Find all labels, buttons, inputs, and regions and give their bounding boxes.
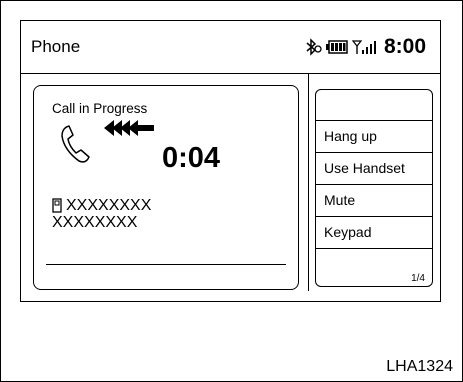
hang-up-button[interactable]: Hang up [316, 121, 432, 153]
call-info-panel: Call in Progress 0:04 XXXXXXXX XXXXXXXX [33, 85, 299, 290]
call-menu: Hang up Use Handset Mute Keypad 1/4 [315, 89, 433, 287]
signal-icon [351, 40, 376, 54]
use-handset-button[interactable]: Use Handset [316, 153, 432, 185]
handset-icon [61, 125, 90, 163]
bluetooth-icon [306, 38, 322, 56]
mute-button[interactable]: Mute [316, 185, 432, 217]
status-area: 8:00 [304, 35, 426, 59]
battery-icon [325, 40, 348, 54]
outgoing-call-arrows-icon [104, 120, 154, 136]
call-status-label: Call in Progress [52, 101, 148, 116]
mobile-phone-icon [52, 198, 62, 213]
header-bar: Phone 8:00 [21, 21, 440, 74]
vertical-divider [308, 73, 309, 291]
caller-info: XXXXXXXX XXXXXXXX [52, 197, 151, 231]
figure-id: LHA1324 [386, 358, 453, 375]
page-title: Phone [31, 37, 81, 56]
page-indicator: 1/4 [411, 273, 425, 284]
display-screen: Phone 8:00 Call in Progress 0:04 XXXXXXX… [20, 20, 441, 302]
caller-number-line1: XXXXXXXX [66, 197, 152, 214]
menu-item-empty [316, 90, 432, 121]
panel-divider [46, 264, 286, 265]
keypad-button[interactable]: Keypad [316, 217, 432, 249]
caller-number-line2: XXXXXXXX [52, 214, 138, 231]
call-timer: 0:04 [162, 142, 221, 174]
clock: 8:00 [383, 35, 426, 58]
